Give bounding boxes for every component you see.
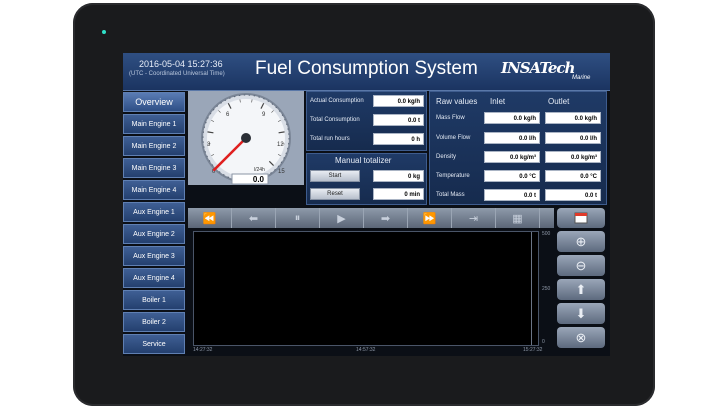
arrow-down-icon[interactable]: ⬇ (557, 303, 605, 324)
raw-row-outlet: 0.0 kg/h (545, 112, 601, 124)
raw-row-outlet: 0.0 t (545, 189, 601, 201)
step-back-icon[interactable]: ⬅ (232, 208, 276, 228)
x-tick: 14:27:32 (193, 347, 213, 353)
consumption-panel: Actual Consumption 0.0 kg/h Total Consum… (306, 91, 427, 151)
sidebar-item-main-engine-4[interactable]: Main Engine 4 (123, 180, 185, 200)
sidebar-item-main-engine-1[interactable]: Main Engine 1 (123, 114, 185, 134)
page-title: Fuel Consumption System (255, 58, 478, 79)
raw-row-outlet: 0.0 kg/m³ (545, 151, 601, 163)
calendar-icon-shape (574, 212, 588, 224)
totalizer-mass-value: 0 kg (373, 170, 424, 182)
header-bar: 2016-05-04 15:27:36 (UTC - Coordinated U… (123, 53, 610, 91)
flow-gauge: 6 9 3 12 0 15 l/24h 0.0 (201, 93, 291, 185)
raw-row-inlet: 0.0 l/h (484, 132, 540, 144)
sidebar-item-overview[interactable]: Overview (123, 92, 185, 112)
x-tick: 15:27:32 (523, 347, 543, 353)
hmi-screen: 2016-05-04 15:27:36 (UTC - Coordinated U… (123, 53, 610, 356)
raw-values-panel: Raw values Inlet Outlet Mass Flow 0.0 kg… (429, 91, 607, 205)
brand-logo-sub: Marine (572, 75, 591, 81)
raw-row-inlet: 0.0 °C (484, 170, 540, 182)
raw-row-label: Mass Flow (436, 115, 465, 121)
skip-end-icon[interactable]: ⇥ (452, 208, 496, 228)
gauge-tick-12: 12 (277, 142, 284, 148)
totalizer-time-value: 0 min (373, 188, 424, 200)
reset-button[interactable]: Reset (310, 188, 360, 200)
play-icon[interactable]: ▶ (320, 208, 364, 228)
total-consumption-value: 0.0 t (373, 114, 424, 126)
totalizer-panel: Manual totalizer Start 0 kg Reset 0 min (306, 153, 427, 205)
outlet-header: Outlet (548, 97, 570, 106)
y-tick: 250 (542, 286, 551, 292)
raw-row-label: Density (436, 154, 457, 160)
grid-icon[interactable]: ▦ (496, 208, 540, 228)
actual-consumption-value: 0.0 kg/h (373, 95, 424, 107)
timezone: (UTC - Coordinated Universal Time) (129, 71, 225, 77)
sidebar-item-aux-engine-3[interactable]: Aux Engine 3 (123, 246, 185, 266)
raw-row-label: Volume Flow (436, 135, 471, 141)
gauge-value: 0.0 (253, 175, 265, 184)
y-tick: 500 (542, 231, 551, 237)
raw-row-inlet: 0.0 kg/h (484, 112, 540, 124)
plot-y-axis (531, 232, 538, 345)
raw-row-label: Total Mass (436, 192, 465, 198)
trend-plot[interactable] (193, 231, 539, 346)
run-hours-label: Total run hours (310, 136, 350, 142)
sidebar-item-aux-engine-2[interactable]: Aux Engine 2 (123, 224, 185, 244)
sidebar-item-service[interactable]: Service (123, 334, 185, 354)
raw-row-inlet: 0.0 t (484, 189, 540, 201)
start-button[interactable]: Start (310, 170, 360, 182)
raw-values-title: Raw values (436, 97, 478, 106)
trend-toolbar: ⏪ ⬅ ⏸ ▶ ➡ ⏩ ⇥ ▦ (188, 208, 554, 228)
close-icon[interactable]: ⊗ (557, 327, 605, 348)
zoom-in-icon[interactable]: ⊕ (557, 231, 605, 252)
step-forward-icon[interactable]: ➡ (364, 208, 408, 228)
rewind-icon[interactable]: ⏪ (188, 208, 232, 228)
zoom-out-icon[interactable]: ⊖ (557, 255, 605, 276)
brand-logo: INSATech (501, 59, 575, 77)
pause-icon[interactable]: ⏸ (276, 208, 320, 228)
x-tick: 14:57:32 (356, 347, 376, 353)
sidebar-item-aux-engine-1[interactable]: Aux Engine 1 (123, 202, 185, 222)
sidebar-item-aux-engine-4[interactable]: Aux Engine 4 (123, 268, 185, 288)
raw-row-outlet: 0.0 l/h (545, 132, 601, 144)
y-tick: 0 (542, 339, 545, 345)
total-consumption-label: Total Consumption (310, 117, 360, 123)
sidebar-item-main-engine-3[interactable]: Main Engine 3 (123, 158, 185, 178)
gauge-tick-15: 15 (278, 169, 285, 175)
datetime: 2016-05-04 15:27:36 (139, 59, 223, 69)
inlet-header: Inlet (490, 97, 506, 106)
fast-forward-icon[interactable]: ⏩ (408, 208, 452, 228)
raw-row-outlet: 0.0 °C (545, 170, 601, 182)
raw-row-inlet: 0.0 kg/m³ (484, 151, 540, 163)
gauge-panel: 6 9 3 12 0 15 l/24h 0.0 (188, 91, 304, 185)
gauge-unit: l/24h (254, 167, 265, 173)
actual-consumption-label: Actual Consumption (310, 98, 364, 104)
sidebar-item-boiler-2[interactable]: Boiler 2 (123, 312, 185, 332)
sidebar-item-boiler-1[interactable]: Boiler 1 (123, 290, 185, 310)
calendar-icon[interactable] (557, 208, 605, 228)
status-led (102, 30, 106, 34)
raw-row-label: Temperature (436, 173, 470, 179)
sidebar-item-main-engine-2[interactable]: Main Engine 2 (123, 136, 185, 156)
arrow-up-icon[interactable]: ⬆ (557, 279, 605, 300)
run-hours-value: 0 h (373, 133, 424, 145)
totalizer-title: Manual totalizer (335, 156, 392, 165)
